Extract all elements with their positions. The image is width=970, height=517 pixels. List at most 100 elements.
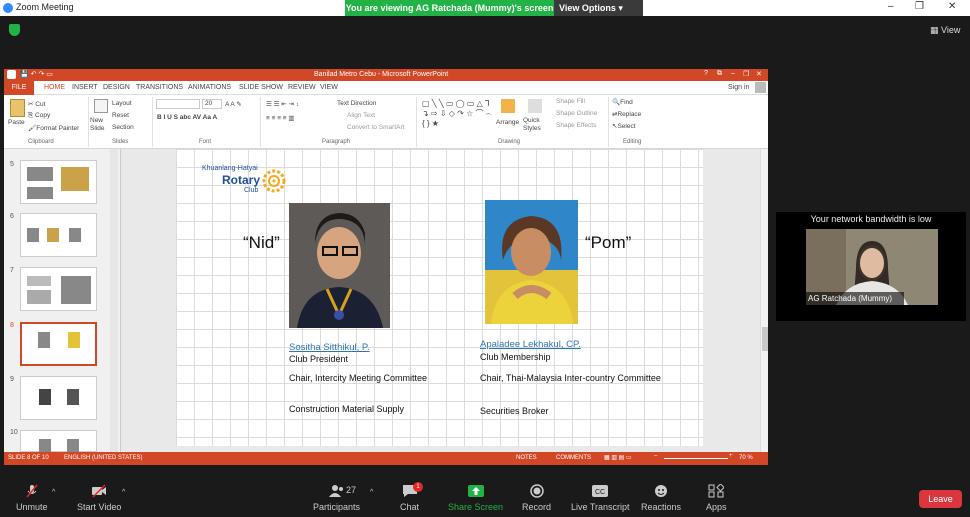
arrange-icon[interactable] bbox=[501, 99, 515, 113]
tab-transitions[interactable]: TRANSITIONS bbox=[136, 84, 183, 91]
leave-meeting-button[interactable]: Leave bbox=[919, 490, 962, 508]
font-family-select[interactable] bbox=[156, 99, 200, 109]
group-label-paragraph: Paragraph bbox=[322, 139, 351, 145]
paste-icon[interactable] bbox=[10, 99, 25, 117]
slide-thumbnail-9[interactable] bbox=[20, 376, 97, 420]
select-label: Select bbox=[617, 123, 636, 130]
zoom-level[interactable]: 70 % bbox=[739, 455, 753, 461]
new-slide-button[interactable]: New Slide bbox=[90, 117, 112, 133]
tab-home[interactable]: HOME bbox=[44, 84, 65, 91]
record-button[interactable]: Record bbox=[522, 484, 551, 512]
thumbnail-scrollbar[interactable] bbox=[110, 149, 118, 452]
quick-access-icons[interactable]: 💾 ↶ ↷ ▭ bbox=[20, 70, 53, 78]
tab-insert[interactable]: INSERT bbox=[72, 84, 98, 91]
participant-video-tile[interactable]: Your network bandwidth is low AG Ratchad… bbox=[776, 212, 966, 321]
apps-button[interactable]: Apps bbox=[706, 484, 727, 512]
language-indicator[interactable]: ENGLISH (UNITED STATES) bbox=[64, 455, 142, 461]
scrollbar-thumb[interactable] bbox=[762, 327, 768, 351]
list-buttons[interactable]: ☰ ☰ ⇤ ⇥ ↕ bbox=[266, 100, 299, 108]
ppt-ribbon-display-button[interactable]: ⧉ bbox=[717, 70, 722, 78]
slide-thumbnail-10[interactable] bbox=[20, 430, 97, 453]
shape-fill-button[interactable]: Shape Fill bbox=[556, 98, 585, 105]
sign-in-link[interactable]: Sign in bbox=[728, 84, 749, 91]
notes-button[interactable]: NOTES bbox=[516, 455, 537, 461]
right-person-role: Club Membership bbox=[480, 352, 551, 362]
font-format-buttons[interactable]: B I U S abc AV Aa A bbox=[157, 114, 217, 121]
share-screen-button[interactable]: Share Screen bbox=[448, 484, 503, 512]
find-label: Find bbox=[620, 99, 633, 106]
reactions-label: Reactions bbox=[641, 502, 682, 512]
ppt-minimize-button[interactable]: – bbox=[731, 70, 735, 77]
quick-styles-icon[interactable] bbox=[528, 99, 542, 113]
zoom-in-button[interactable]: + bbox=[729, 453, 733, 459]
left-person-role: Club President bbox=[289, 354, 349, 364]
slide-thumbnail-8[interactable] bbox=[20, 322, 97, 366]
font-size-select[interactable]: 20 bbox=[202, 99, 222, 109]
new-slide-icon[interactable] bbox=[94, 99, 108, 113]
participants-icon bbox=[328, 485, 343, 497]
zoom-out-button[interactable]: – bbox=[654, 453, 657, 459]
minimize-button[interactable]: – bbox=[888, 1, 894, 12]
quick-styles-button[interactable]: Quick Styles bbox=[523, 117, 549, 133]
ppt-help-button[interactable]: ? bbox=[704, 70, 708, 77]
unmute-button[interactable]: Unmute bbox=[16, 484, 48, 512]
audio-options-caret[interactable]: ^ bbox=[52, 489, 55, 496]
view-button[interactable]: ▦ View bbox=[930, 25, 960, 36]
view-options-button[interactable]: View Options ▾ bbox=[559, 0, 623, 16]
select-button[interactable]: ↖Select bbox=[612, 122, 636, 130]
user-avatar-icon[interactable] bbox=[755, 82, 766, 93]
record-label: Record bbox=[522, 502, 552, 512]
slide-thumbnail-pane[interactable]: 5 6 7 8 9 10 bbox=[4, 149, 121, 453]
layout-button[interactable]: Layout bbox=[112, 100, 132, 107]
tab-file[interactable]: FILE bbox=[4, 81, 34, 95]
tab-view[interactable]: VIEW bbox=[320, 84, 338, 91]
start-video-button[interactable]: Start Video bbox=[77, 484, 121, 512]
maximize-button[interactable]: ❐ bbox=[915, 1, 924, 12]
ppt-maximize-button[interactable]: ❐ bbox=[743, 70, 749, 78]
paste-button[interactable]: Paste bbox=[8, 119, 25, 126]
replace-button[interactable]: ⇄Replace bbox=[612, 110, 641, 118]
arrange-button[interactable]: Arrange bbox=[496, 119, 519, 126]
slide-editing-canvas: Khuanlang-Hatyai Rotary Club “Nid” Sosit… bbox=[121, 149, 760, 452]
convert-smartart-button[interactable]: Convert to SmartArt bbox=[347, 124, 404, 131]
shape-outline-button[interactable]: Shape Outline bbox=[556, 110, 597, 117]
share-screen-label: Share Screen bbox=[448, 502, 504, 512]
align-buttons[interactable]: ≡ ≡ ≡ ≡ ▥ bbox=[266, 114, 295, 122]
view-mode-icons[interactable]: ▦ ▥ ▤ ▭ bbox=[604, 454, 632, 461]
slide-thumbnail-6[interactable] bbox=[20, 213, 97, 257]
thumb-number: 10 bbox=[10, 429, 18, 436]
encryption-shield-icon[interactable] bbox=[9, 24, 20, 36]
slide-thumbnail-7[interactable] bbox=[20, 267, 97, 311]
close-button[interactable]: ✕ bbox=[948, 1, 956, 12]
group-label-slides: Slides bbox=[112, 139, 129, 145]
text-direction-button[interactable]: Text Direction bbox=[337, 100, 376, 107]
tab-design[interactable]: DESIGN bbox=[103, 84, 130, 91]
copy-button[interactable]: ⎘ Copy bbox=[28, 112, 50, 120]
participants-options-caret[interactable]: ^ bbox=[370, 489, 373, 496]
slide-scrollbar[interactable] bbox=[760, 149, 768, 452]
find-button[interactable]: 🔍Find bbox=[612, 98, 633, 106]
section-button[interactable]: Section bbox=[112, 124, 134, 131]
thumb-number: 6 bbox=[10, 213, 14, 220]
ppt-close-button[interactable]: ✕ bbox=[756, 70, 762, 78]
reset-button[interactable]: Reset bbox=[112, 112, 129, 119]
current-slide[interactable]: Khuanlang-Hatyai Rotary Club “Nid” Sosit… bbox=[176, 149, 703, 446]
tab-animations[interactable]: ANIMATIONS bbox=[188, 84, 231, 91]
screen-share-banner: You are viewing AG Ratchada (Mummy)'s sc… bbox=[345, 0, 643, 16]
slide-thumbnail-5[interactable] bbox=[20, 160, 97, 204]
zoom-slider[interactable] bbox=[664, 458, 728, 459]
tab-review[interactable]: REVIEW bbox=[288, 84, 316, 91]
font-grow-shrink-icons[interactable]: A A ✎ bbox=[225, 100, 242, 108]
video-options-caret[interactable]: ^ bbox=[122, 489, 125, 496]
reactions-button[interactable]: Reactions bbox=[641, 484, 681, 512]
tab-slide-show[interactable]: SLIDE SHOW bbox=[239, 84, 283, 91]
shapes-gallery[interactable]: ▢ ╲ ╲ ▭ ◯ ▭ △ ⅂ ↴ ⇨ ⇩ ◇ ↷ ☆ ⌒ ⌢ { } ★ bbox=[422, 99, 492, 129]
align-text-button[interactable]: Align Text bbox=[347, 112, 375, 119]
live-transcript-button[interactable]: CC Live Transcript bbox=[571, 484, 630, 512]
ppt-title-bar: 💾 ↶ ↷ ▭ Banilad Metro Cebu - Microsoft P… bbox=[4, 69, 768, 81]
comments-button[interactable]: COMMENTS bbox=[556, 455, 591, 461]
cut-button[interactable]: ✂ Cut bbox=[28, 100, 45, 108]
shape-effects-button[interactable]: Shape Effects bbox=[556, 122, 596, 129]
format-painter-button[interactable]: 🖌Format Painter bbox=[28, 124, 79, 132]
ppt-ribbon: Paste ✂ Cut ⎘ Copy 🖌Format Painter Clipb… bbox=[4, 95, 768, 149]
